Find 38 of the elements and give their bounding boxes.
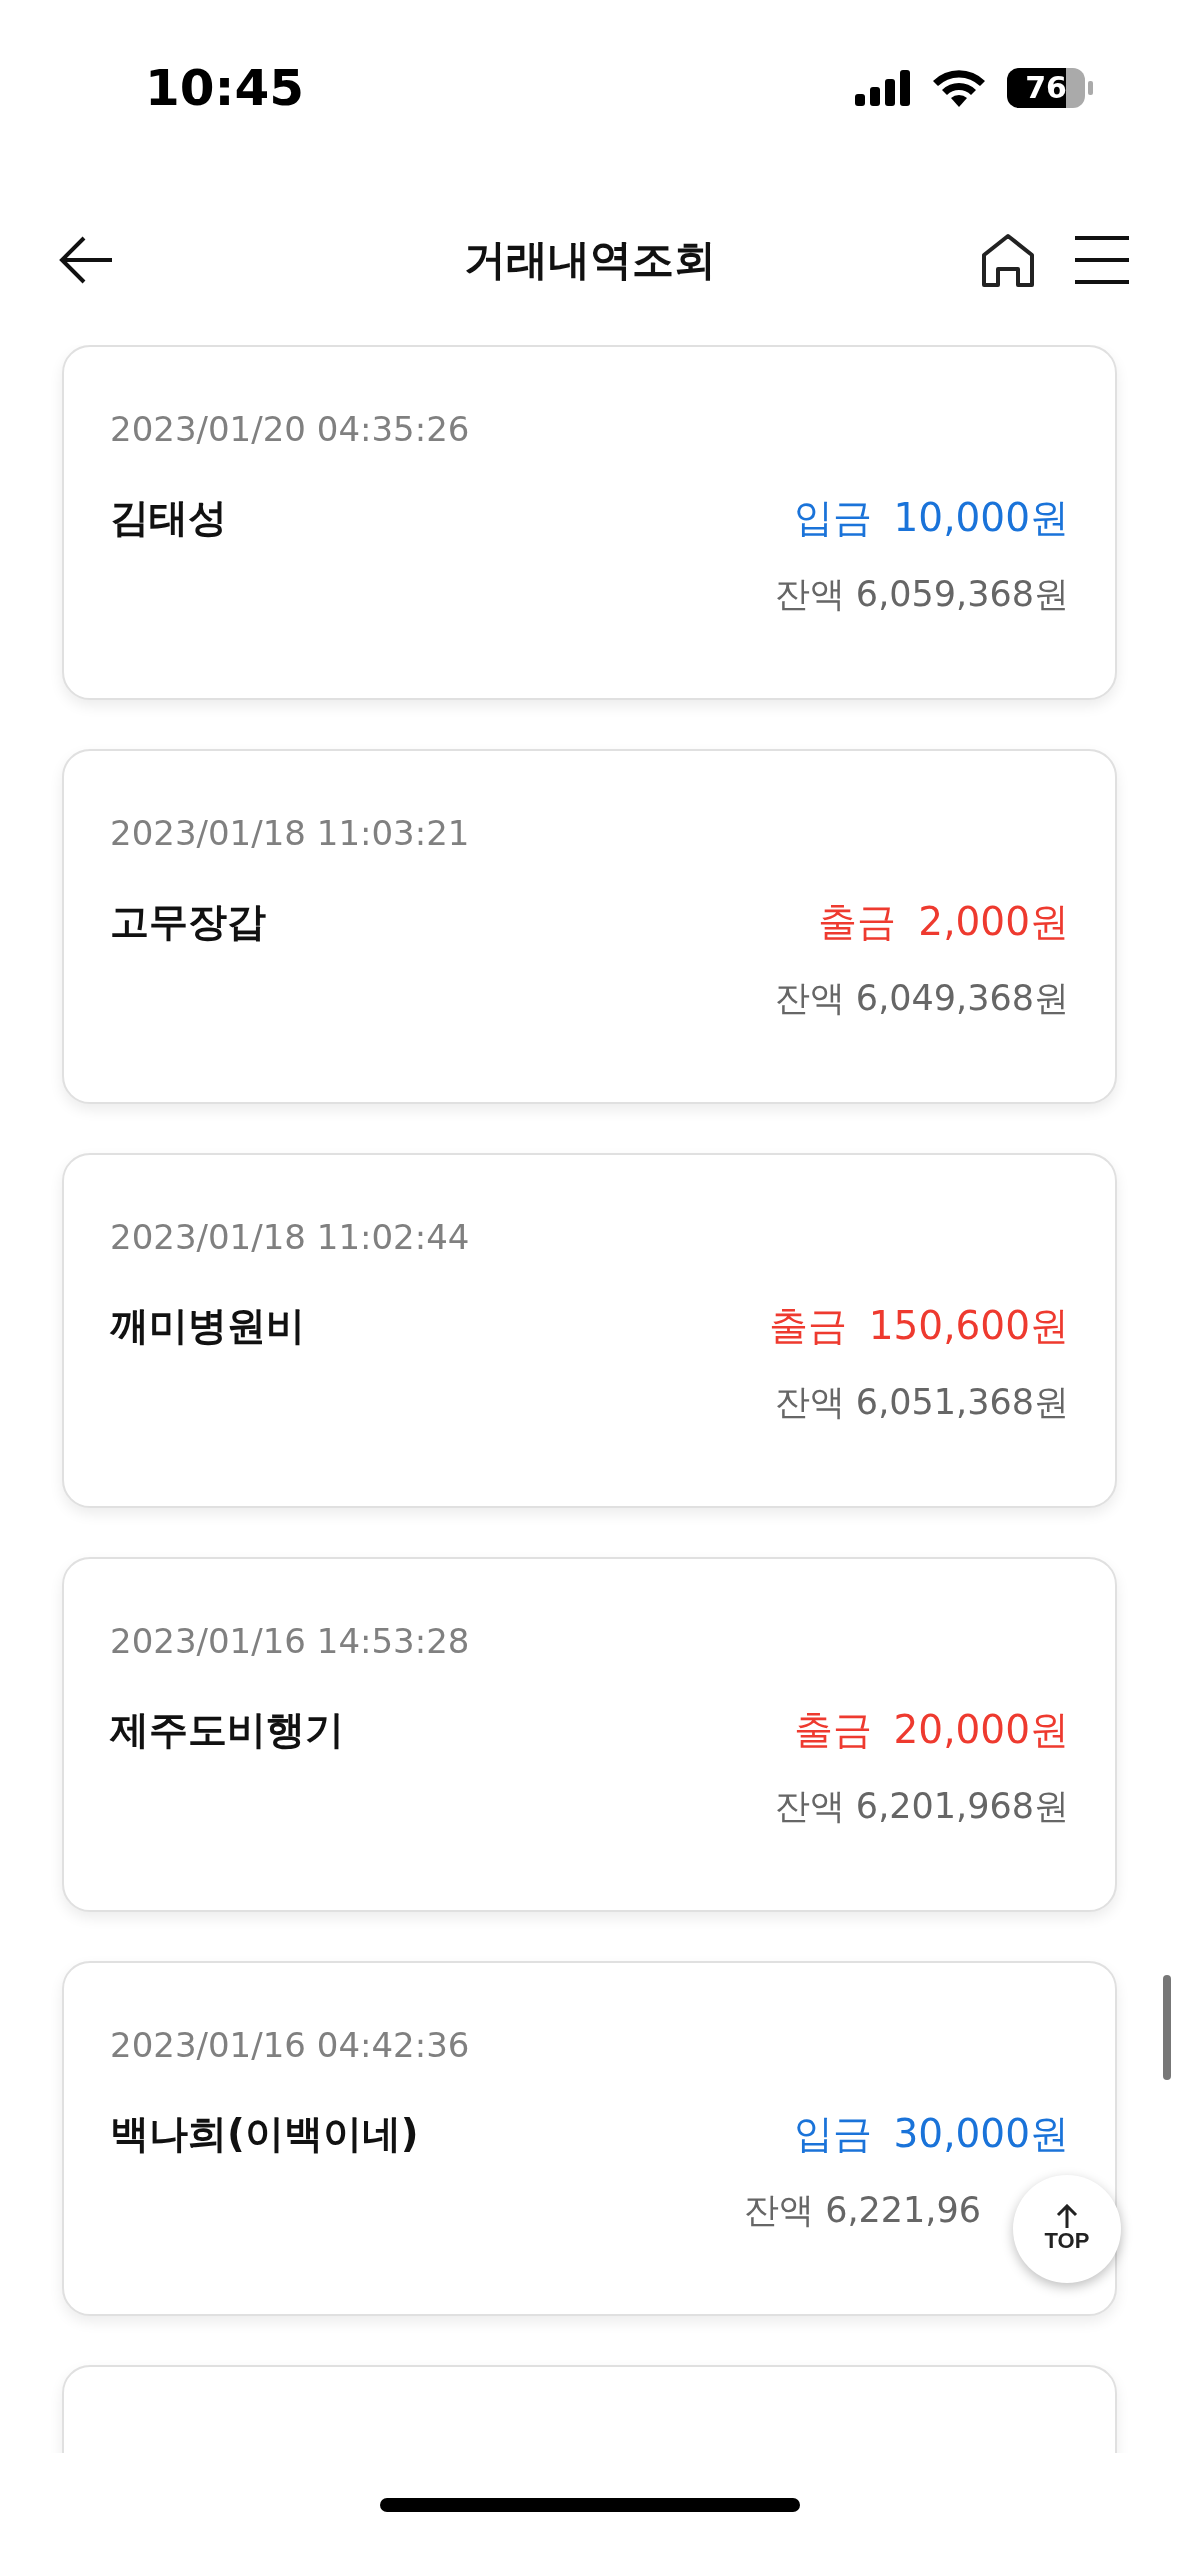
status-time: 10:45: [145, 58, 305, 117]
transaction-card[interactable]: 2023/01/16 14:53:28 제주도비행기 출금 20,000원 잔액 6,201,968원: [62, 1557, 1117, 1912]
transaction-amount: 2,000원: [918, 898, 1069, 946]
back-button[interactable]: [58, 236, 114, 284]
menu-button[interactable]: [1075, 235, 1129, 285]
transaction-type: 입금: [793, 2110, 872, 2158]
signal-icon: [855, 69, 911, 106]
transaction-date: 2023/01/20 04:35:26: [110, 409, 471, 449]
transaction-type: 입금: [793, 494, 872, 542]
transaction-card[interactable]: 2023/01/18 11:02:44 깨미병원비 출금 150,600원 잔액 6,051,368원: [62, 1153, 1117, 1508]
home-button[interactable]: [981, 233, 1035, 287]
page-title: 거래내역조회: [463, 234, 716, 286]
transaction-card[interactable]: 2023/01/18 11:03:21 고무장갑 출금 2,000원 잔액 6,049,368원: [62, 749, 1117, 1104]
transaction-card[interactable]: 2023/01/20 04:35:26 김태성 입금 10,000원 잔액 6,059,368원: [62, 345, 1117, 700]
transaction-type: 출금: [768, 1302, 847, 1350]
balance-text: 잔액 6,059,368원: [774, 573, 1069, 616]
wifi-icon: [933, 68, 985, 107]
transaction-type: 출금: [818, 898, 897, 946]
transaction-date: 2023/01/18 11:03:21: [110, 813, 471, 853]
transaction-name: 고무장갑: [110, 898, 266, 946]
transaction-type: 출금: [793, 1706, 872, 1754]
transaction-name: 김태성: [110, 494, 227, 542]
balance-text: 잔액 6,049,368원: [774, 977, 1069, 1020]
transaction-date: 2023/01/16 04:42:36: [110, 2025, 471, 2065]
arrow-up-icon: [1056, 2204, 1078, 2228]
transaction-date: 2023/01/18 11:02:44: [110, 1217, 471, 1257]
balance-text: 잔액 6,051,368원: [774, 1381, 1069, 1424]
transaction-date: 2023/01/16 14:53:28: [110, 1621, 471, 1661]
transaction-amount: 30,000원: [893, 2110, 1069, 2158]
transaction-amount: 20,000원: [893, 1706, 1069, 1754]
balance-text: 잔액 6,221,96: [744, 2189, 981, 2232]
balance-text: 잔액 6,201,968원: [774, 1785, 1069, 1828]
transaction-amount: 150,600원: [868, 1302, 1069, 1350]
transaction-name: 깨미병원비: [110, 1302, 305, 1350]
transaction-amount: 10,000원: [893, 494, 1069, 542]
transaction-name: 백나희(이백이네): [110, 2110, 419, 2158]
scrollbar[interactable]: [1163, 1975, 1171, 2080]
transaction-name: 제주도비행기: [110, 1706, 344, 1754]
